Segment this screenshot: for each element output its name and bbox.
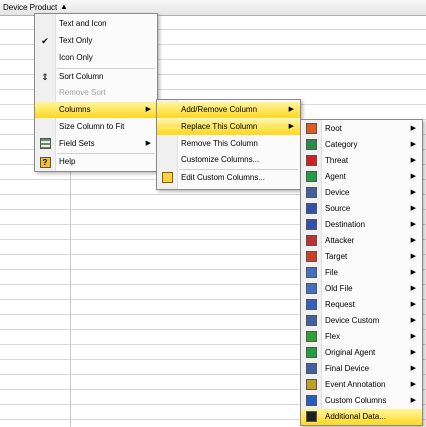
menu-item-flex[interactable]: Flex ▶ xyxy=(301,329,422,345)
submenu-arrow-icon: ▶ xyxy=(410,205,416,212)
menu-item-category[interactable]: Category ▶ xyxy=(301,137,422,153)
submenu-arrow-icon: ▶ xyxy=(410,381,416,388)
menu-item-remove-this-column[interactable]: Remove This Column xyxy=(157,136,300,152)
columns-submenu: Add/Remove Column ▶ Replace This Column … xyxy=(156,99,301,190)
menu-item-remove-sort: Remove Sort xyxy=(59,88,106,97)
menu-item-source[interactable]: Source ▶ xyxy=(301,201,422,217)
menu-item-sort-column[interactable]: ⇕ Sort Column xyxy=(35,69,157,85)
custom-columns-icon xyxy=(305,395,317,407)
column-header-label[interactable]: Device Product xyxy=(3,3,57,12)
menu-item-custom-columns[interactable]: Custom Columns ▶ xyxy=(301,393,422,409)
submenu-arrow-icon: ▶ xyxy=(410,237,416,244)
device-custom-icon xyxy=(305,315,317,327)
menu-item-threat[interactable]: Threat ▶ xyxy=(301,153,422,169)
menu-item-add-remove-column[interactable]: Add/Remove Column ▶ xyxy=(157,102,300,118)
flex-icon xyxy=(305,331,317,343)
attacker-icon xyxy=(305,235,317,247)
destination-icon xyxy=(305,219,317,231)
menu-item-target[interactable]: Target ▶ xyxy=(301,249,422,265)
menu-item-field-sets[interactable]: Field Sets ▶ xyxy=(35,136,157,152)
submenu-arrow-icon: ▶ xyxy=(410,141,416,148)
menu-item-final-device[interactable]: Final Device ▶ xyxy=(301,361,422,377)
help-icon: ? xyxy=(39,156,51,168)
column-context-menu: Text and Icon ✔ Text Only Icon Only ⇕ So… xyxy=(34,13,158,172)
menu-item-root[interactable]: Root ▶ xyxy=(301,121,422,137)
menu-item-old-file[interactable]: Old File ▶ xyxy=(301,281,422,297)
root-icon xyxy=(305,123,317,135)
submenu-arrow-icon: ▶ xyxy=(410,365,416,372)
threat-icon xyxy=(305,155,317,167)
replace-column-submenu: Root ▶ Category ▶ Threat ▶ Agent ▶ Devic… xyxy=(300,119,423,426)
agent-icon xyxy=(305,171,317,183)
field-sets-icon xyxy=(39,138,51,150)
submenu-arrow-icon: ▶ xyxy=(145,106,151,113)
menu-item-replace-this-column[interactable]: Replace This Column ▶ xyxy=(157,119,300,135)
submenu-arrow-icon: ▶ xyxy=(145,140,151,147)
menu-item-original-agent[interactable]: Original Agent ▶ xyxy=(301,345,422,361)
submenu-arrow-icon: ▶ xyxy=(410,253,416,260)
menu-item-customize-columns[interactable]: Customize Columns... xyxy=(157,152,300,168)
target-icon xyxy=(305,251,317,263)
submenu-arrow-icon: ▶ xyxy=(410,173,416,180)
submenu-arrow-icon: ▶ xyxy=(410,269,416,276)
menu-item-device-custom[interactable]: Device Custom ▶ xyxy=(301,313,422,329)
menu-item-agent[interactable]: Agent ▶ xyxy=(301,169,422,185)
file-icon xyxy=(305,267,317,279)
menu-item-icon-only[interactable]: Icon Only xyxy=(35,50,157,66)
menu-item-text-and-icon[interactable]: Text and Icon xyxy=(35,16,157,32)
edit-custom-columns-icon xyxy=(161,172,173,184)
original-agent-icon xyxy=(305,347,317,359)
old-file-icon xyxy=(305,283,317,295)
submenu-arrow-icon: ▶ xyxy=(288,106,294,113)
menu-item-device[interactable]: Device ▶ xyxy=(301,185,422,201)
menu-item-size-column-to-fit[interactable]: Size Column to Fit xyxy=(35,119,157,135)
menu-item-attacker[interactable]: Attacker ▶ xyxy=(301,233,422,249)
menu-item-additional-data[interactable]: Additional Data... xyxy=(301,409,422,425)
submenu-arrow-icon: ▶ xyxy=(410,221,416,228)
menu-item-help[interactable]: ? Help xyxy=(35,154,157,170)
submenu-arrow-icon: ▶ xyxy=(410,397,416,404)
device-icon xyxy=(305,187,317,199)
menu-item-edit-custom-columns[interactable]: Edit Custom Columns... xyxy=(157,170,300,186)
final-device-icon xyxy=(305,363,317,375)
category-icon xyxy=(305,139,317,151)
event-annotation-icon xyxy=(305,379,317,391)
submenu-arrow-icon: ▶ xyxy=(410,301,416,308)
menu-item-text-only[interactable]: ✔ Text Only xyxy=(35,33,157,49)
submenu-arrow-icon: ▶ xyxy=(410,349,416,356)
additional-data-icon xyxy=(305,411,317,423)
sort-icon: ⇕ xyxy=(41,72,49,82)
submenu-arrow-icon: ▶ xyxy=(410,285,416,292)
request-icon xyxy=(305,299,317,311)
sort-ascending-icon: ▲ xyxy=(60,2,68,11)
submenu-arrow-icon: ▶ xyxy=(410,157,416,164)
menu-item-file[interactable]: File ▶ xyxy=(301,265,422,281)
submenu-arrow-icon: ▶ xyxy=(410,317,416,324)
menu-item-request[interactable]: Request ▶ xyxy=(301,297,422,313)
source-icon xyxy=(305,203,317,215)
submenu-arrow-icon: ▶ xyxy=(410,125,416,132)
check-icon: ✔ xyxy=(41,36,49,46)
menu-item-event-annotation[interactable]: Event Annotation ▶ xyxy=(301,377,422,393)
submenu-arrow-icon: ▶ xyxy=(288,123,294,130)
menu-item-destination[interactable]: Destination ▶ xyxy=(301,217,422,233)
menu-item-columns[interactable]: Columns ▶ xyxy=(35,102,157,118)
submenu-arrow-icon: ▶ xyxy=(410,333,416,340)
submenu-arrow-icon: ▶ xyxy=(410,189,416,196)
